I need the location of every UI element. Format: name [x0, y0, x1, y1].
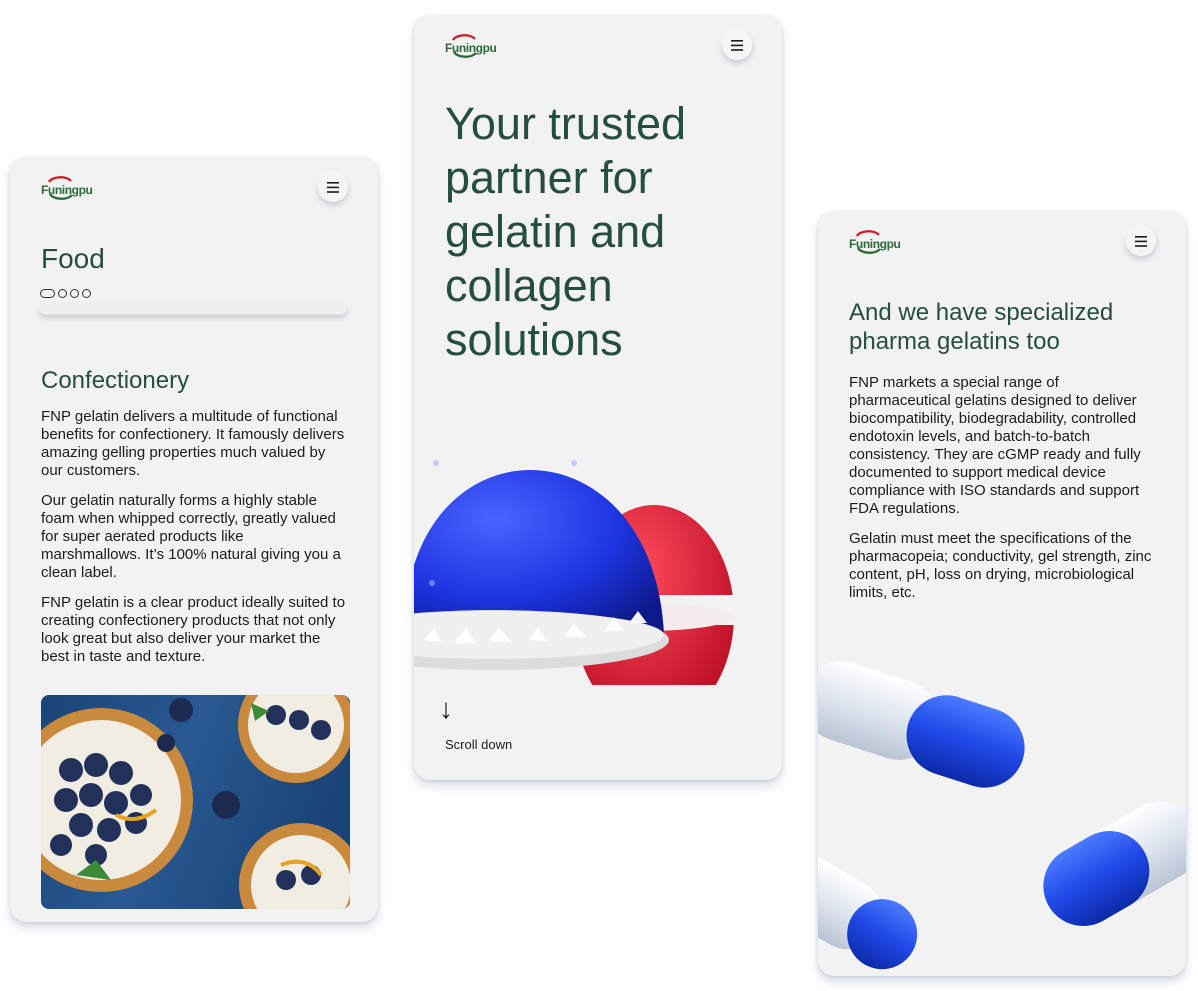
logo-text: Funingpu — [849, 237, 901, 251]
brand-logo[interactable]: Funingpu — [445, 34, 497, 60]
menu-button[interactable] — [722, 30, 752, 60]
page-title: Food — [41, 243, 105, 274]
phone-screen-home: Funingpu Your trusted partner for gelati… — [414, 15, 782, 780]
phone-screen-food: Funingpu Food Confectionery FNP gelatin … — [10, 157, 378, 922]
paragraph: Our gelatin naturally forms a highly sta… — [41, 492, 341, 581]
paragraph: FNP gelatin is a clear product ideally s… — [41, 594, 346, 665]
brand-logo[interactable]: Funingpu — [41, 176, 93, 202]
paragraph: FNP markets a special range of pharmaceu… — [849, 374, 1141, 517]
section-title: Confectionery — [41, 367, 190, 394]
carousel-track[interactable] — [39, 303, 347, 315]
hero-title: Your trusted partner for gelatin and col… — [445, 98, 686, 365]
capsules-image — [818, 656, 1186, 976]
logo-text: Funingpu — [445, 41, 497, 55]
phone-screen-pharma: Funingpu And we have specialized pharma … — [818, 211, 1186, 976]
menu-button[interactable] — [1126, 226, 1156, 256]
paragraph: Gelatin must meet the specifications of … — [849, 530, 1152, 601]
scroll-down-link[interactable]: Scroll down — [445, 737, 512, 752]
section-title: And we have specialized pharma gelatins … — [849, 299, 1114, 355]
hamburger-icon — [1135, 235, 1147, 247]
carousel-dot[interactable] — [58, 289, 67, 298]
section-body: FNP markets a special range of pharmaceu… — [849, 374, 1159, 614]
blueberry-tart-image — [41, 695, 350, 909]
hamburger-icon — [731, 39, 743, 51]
scroll-down-arrow-icon[interactable]: ↓ — [439, 693, 453, 725]
logo-text: Funingpu — [41, 183, 93, 197]
carousel-dots[interactable] — [40, 289, 91, 298]
carousel-dot[interactable] — [82, 289, 91, 298]
brand-logo[interactable]: Funingpu — [849, 230, 901, 256]
menu-button[interactable] — [318, 172, 348, 202]
section-body: FNP gelatin delivers a multitude of func… — [41, 408, 346, 678]
carousel-dot[interactable] — [70, 289, 79, 298]
carousel-dot-active[interactable] — [40, 289, 55, 298]
mousse-cake-image — [414, 385, 782, 725]
paragraph: FNP gelatin delivers a multitude of func… — [41, 408, 345, 479]
hamburger-icon — [327, 181, 339, 193]
